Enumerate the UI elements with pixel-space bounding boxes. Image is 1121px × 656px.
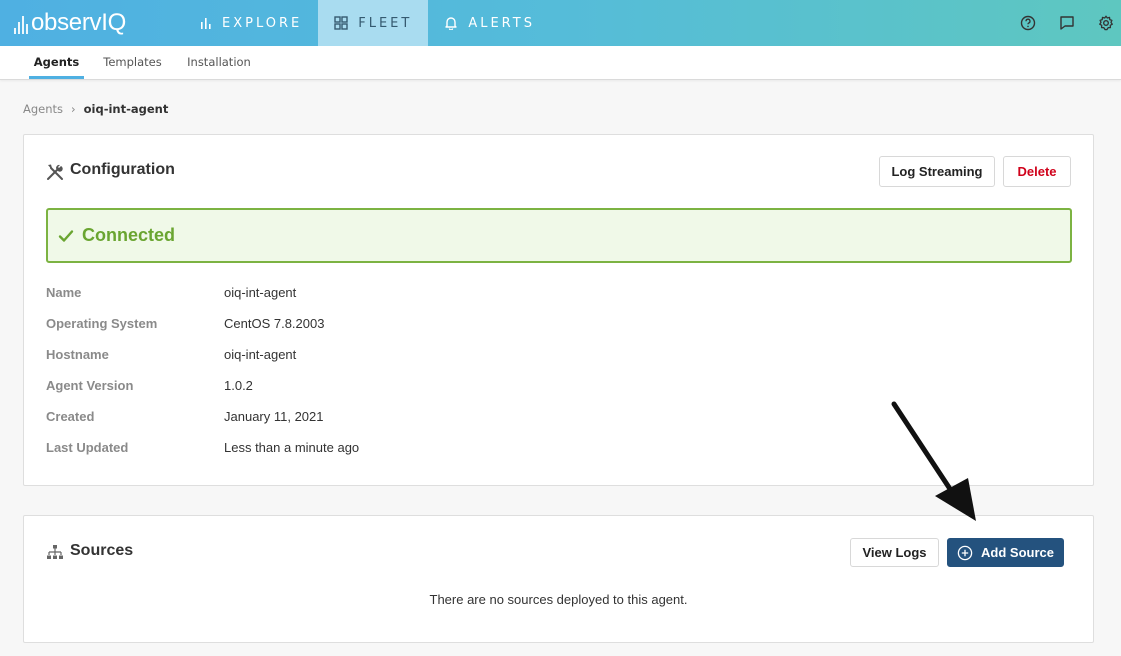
- detail-key: Name: [46, 285, 82, 300]
- nav-fleet-label: FLEET: [358, 15, 413, 31]
- tab-installation[interactable]: Installation: [183, 46, 255, 79]
- add-source-label: Add Source: [981, 545, 1054, 560]
- detail-key: Operating System: [46, 316, 158, 331]
- logo-text: observIQ: [31, 9, 126, 36]
- annotation-arrow-icon: [891, 401, 976, 521]
- delete-button[interactable]: Delete: [1003, 156, 1071, 187]
- plus-circle-icon: [957, 545, 973, 560]
- gear-icon[interactable]: [1097, 14, 1115, 32]
- detail-value: CentOS 7.8.2003: [224, 316, 325, 331]
- detail-value: 1.0.2: [224, 378, 253, 393]
- checkmark-icon: [58, 229, 74, 242]
- topbar-actions: [1019, 0, 1115, 46]
- detail-key: Created: [46, 409, 95, 424]
- sitemap-icon: [47, 545, 63, 559]
- bar-chart-icon: [201, 18, 211, 29]
- nav-alerts-label: ALERTS: [468, 15, 535, 31]
- breadcrumb: Agents › oiq-int-agent: [23, 102, 168, 116]
- logo-mark-icon: [14, 12, 28, 34]
- configuration-title: Configuration: [70, 161, 175, 178]
- detail-key: Agent Version: [46, 378, 134, 393]
- nav-explore[interactable]: EXPLORE: [184, 0, 318, 46]
- nav-explore-label: EXPLORE: [222, 15, 303, 31]
- grid-icon: [334, 16, 348, 30]
- detail-key: Last Updated: [46, 440, 129, 455]
- breadcrumb-parent-link[interactable]: Agents: [23, 102, 63, 116]
- status-label: Connected: [82, 225, 176, 245]
- add-source-button[interactable]: Add Source: [947, 538, 1064, 567]
- detail-value: January 11, 2021: [224, 409, 324, 424]
- detail-value: oiq-int-agent: [224, 285, 297, 300]
- sources-title: Sources: [70, 542, 134, 559]
- breadcrumb-separator: ›: [71, 102, 76, 116]
- tab-templates[interactable]: Templates: [100, 46, 165, 79]
- help-icon[interactable]: [1019, 14, 1037, 32]
- sources-empty-message: There are no sources deployed to this ag…: [429, 592, 688, 607]
- breadcrumb-current: oiq-int-agent: [83, 102, 169, 116]
- detail-value: Less than a minute ago: [224, 440, 360, 455]
- log-streaming-button[interactable]: Log Streaming: [879, 156, 995, 187]
- bell-icon: [445, 17, 458, 30]
- nav-fleet[interactable]: FLEET: [318, 0, 429, 46]
- detail-key: Hostname: [46, 347, 109, 362]
- observiq-logo[interactable]: observIQ: [0, 0, 184, 46]
- connection-status-banner: Connected: [46, 208, 1072, 263]
- fleet-subtabs: Agents Templates Installation: [0, 46, 1121, 80]
- chat-icon[interactable]: [1058, 14, 1076, 32]
- view-logs-button[interactable]: View Logs: [850, 538, 939, 567]
- nav-alerts[interactable]: ALERTS: [428, 0, 551, 46]
- tab-agents[interactable]: Agents: [29, 46, 84, 79]
- top-navigation-bar: observIQ EXPLORE FLEET ALERTS: [0, 0, 1121, 46]
- detail-value: oiq-int-agent: [224, 347, 297, 362]
- tools-icon: [47, 164, 63, 180]
- sources-card: Sources View Logs Add Source There are n…: [23, 515, 1094, 643]
